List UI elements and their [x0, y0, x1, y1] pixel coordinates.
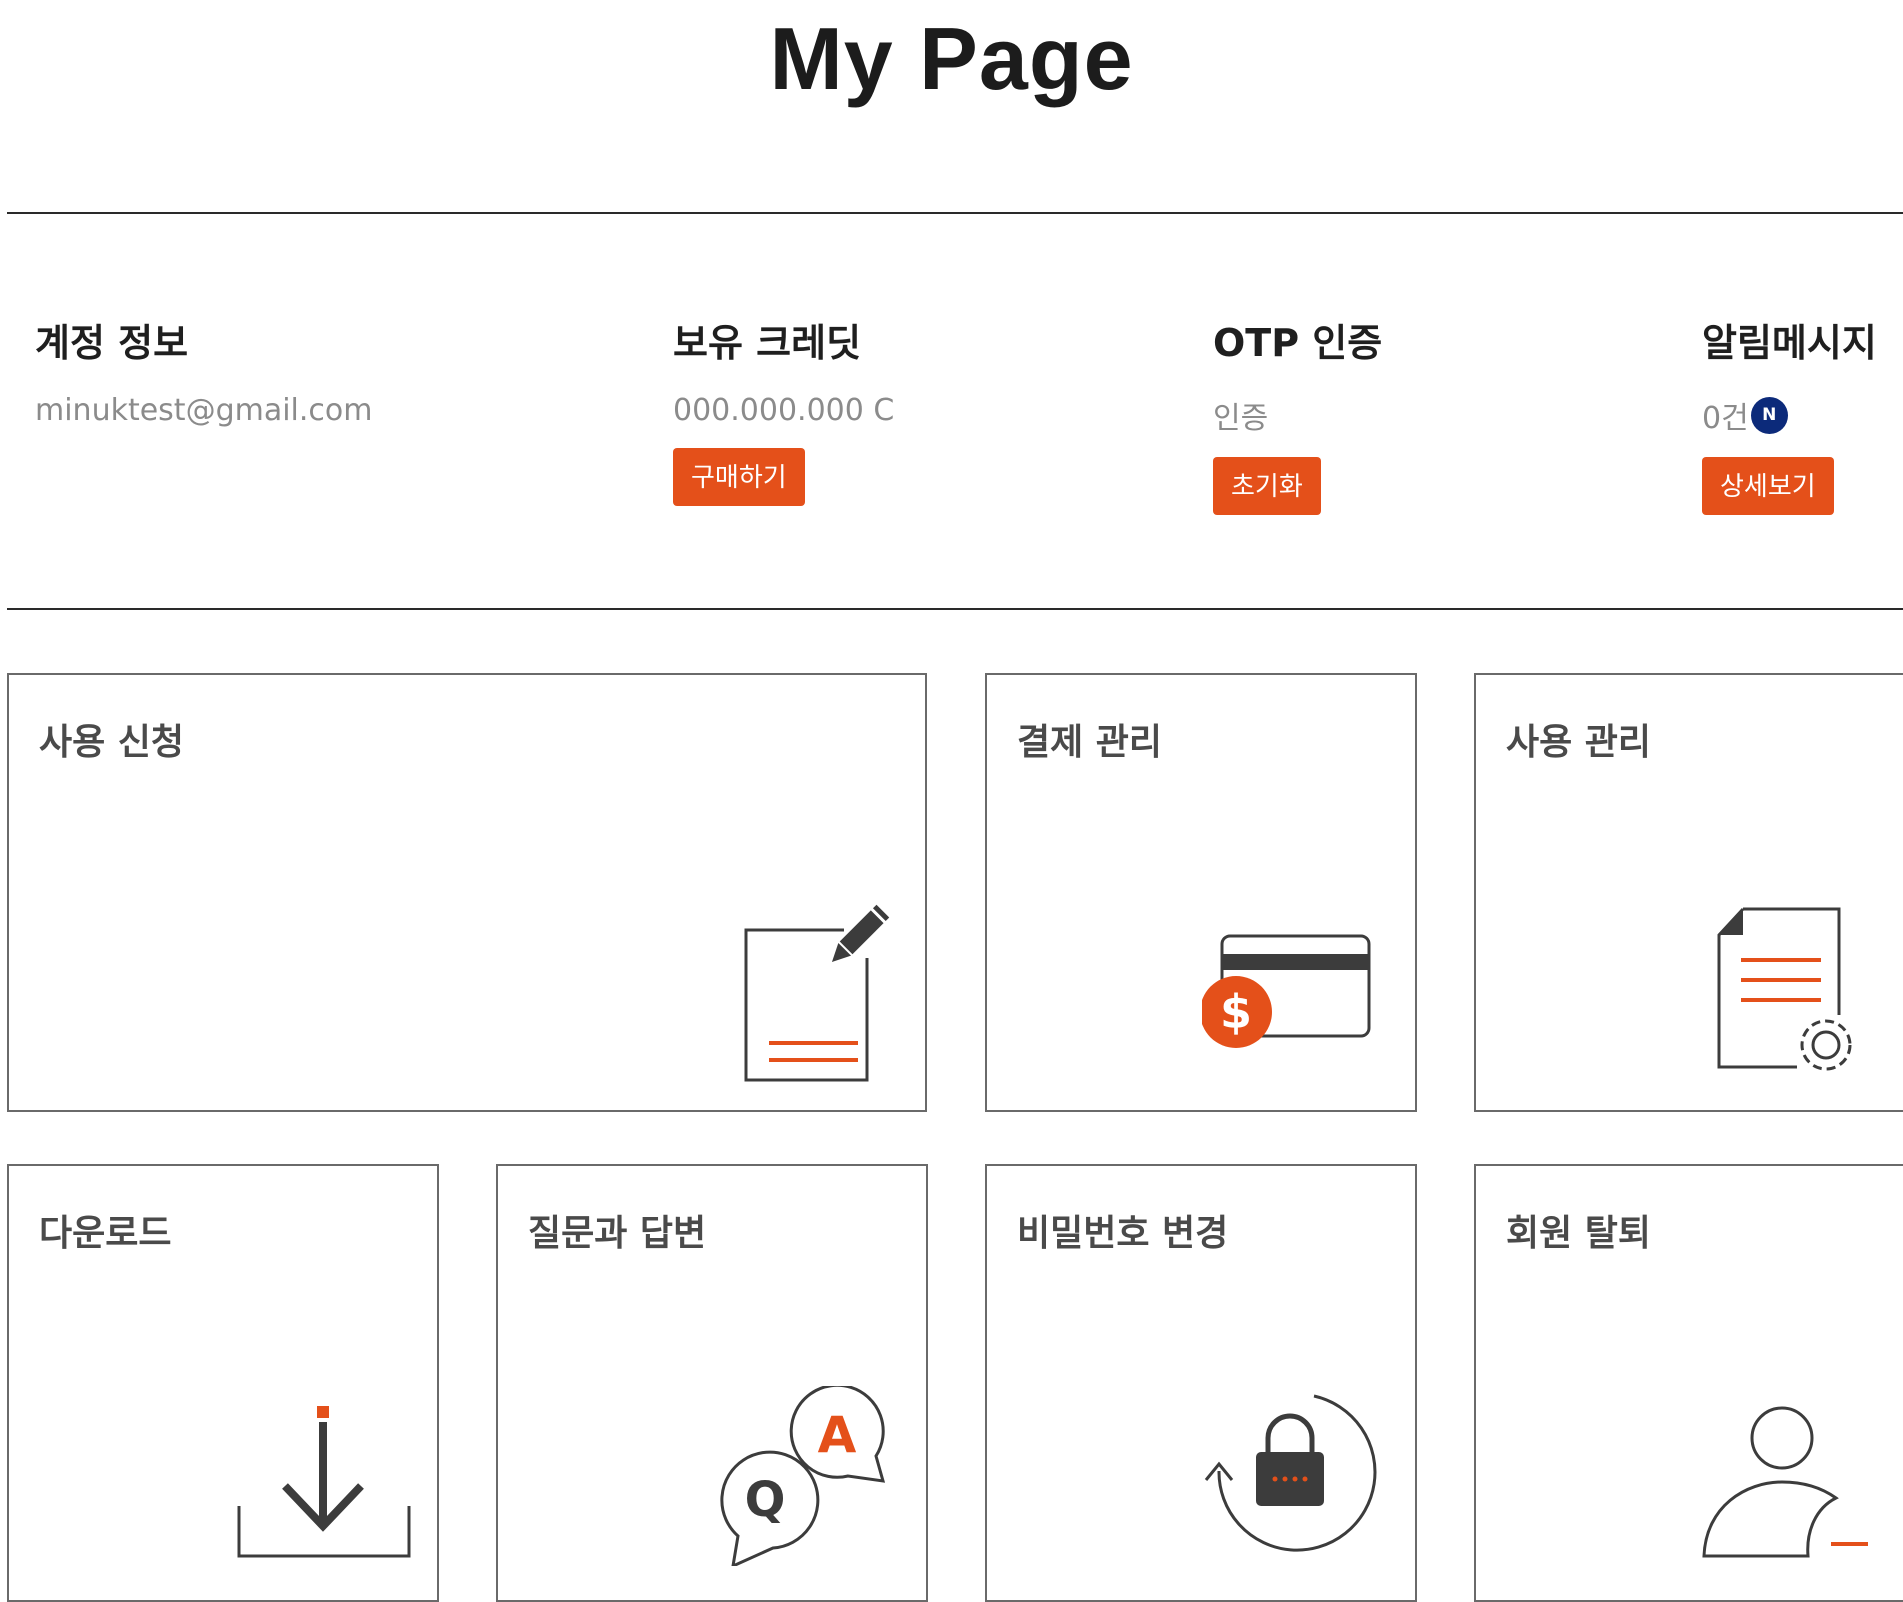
card-apply[interactable]: 사용 신청 — [7, 673, 927, 1112]
card-password-title: 비밀번호 변경 — [1017, 1213, 1229, 1254]
otp-reset-button[interactable]: 초기화 — [1213, 457, 1321, 515]
page-title: My Page — [769, 9, 1134, 108]
card-password[interactable]: 비밀번호 변경 — [985, 1164, 1417, 1602]
account-email: minuktest@gmail.com — [35, 393, 373, 428]
credit-card-dollar-icon: $ — [1202, 934, 1371, 1048]
svg-text:$: $ — [1220, 985, 1252, 1039]
notice-label: 알림메시지 — [1702, 321, 1877, 365]
credit-amount: 000.000.000 C — [673, 393, 895, 428]
lock-refresh-icon — [1204, 1394, 1377, 1552]
card-withdraw-title: 회원 탈퇴 — [1506, 1213, 1652, 1254]
card-usage[interactable]: 사용 관리 — [1474, 673, 1903, 1112]
otp-label: OTP 인증 — [1213, 321, 1383, 365]
svg-text:Q: Q — [745, 1472, 786, 1528]
notice-detail-button[interactable]: 상세보기 — [1702, 457, 1834, 515]
card-qna[interactable]: 질문과 답변 A Q — [496, 1164, 928, 1602]
middle-divider — [7, 608, 1903, 610]
credit-label: 보유 크레딧 — [673, 321, 862, 365]
notice-count-row: 0건 N — [1702, 393, 1877, 437]
buy-credit-button[interactable]: 구매하기 — [673, 448, 805, 506]
card-download[interactable]: 다운로드 — [7, 1164, 439, 1602]
card-withdraw[interactable]: 회원 탈퇴 — [1474, 1164, 1903, 1602]
card-usage-title: 사용 관리 — [1506, 722, 1652, 763]
qa-bubbles-icon: A Q — [720, 1386, 886, 1566]
card-apply-title: 사용 신청 — [39, 722, 185, 763]
notice-info: 알림메시지 0건 N 상세보기 — [1702, 312, 1877, 515]
card-qna-title: 질문과 답변 — [528, 1213, 707, 1254]
svg-text:A: A — [818, 1406, 857, 1464]
top-divider — [7, 212, 1903, 214]
account-info: 계정 정보 minuktest@gmail.com — [35, 312, 373, 428]
account-info-label: 계정 정보 — [35, 321, 189, 365]
card-payment[interactable]: 결제 관리 $ — [985, 673, 1417, 1112]
download-icon — [237, 1406, 411, 1558]
new-badge: N — [1750, 396, 1788, 434]
document-edit-icon — [744, 904, 890, 1082]
notice-count: 0건 — [1702, 401, 1749, 436]
card-payment-title: 결제 관리 — [1017, 722, 1163, 763]
document-gear-icon — [1717, 907, 1852, 1071]
otp-info: OTP 인증 인증 초기화 — [1213, 312, 1382, 515]
credit-info: 보유 크레딧 000.000.000 C 구매하기 — [673, 312, 894, 506]
otp-status: 인증 — [1213, 401, 1269, 436]
card-download-title: 다운로드 — [39, 1213, 172, 1254]
user-remove-icon — [1702, 1406, 1868, 1558]
